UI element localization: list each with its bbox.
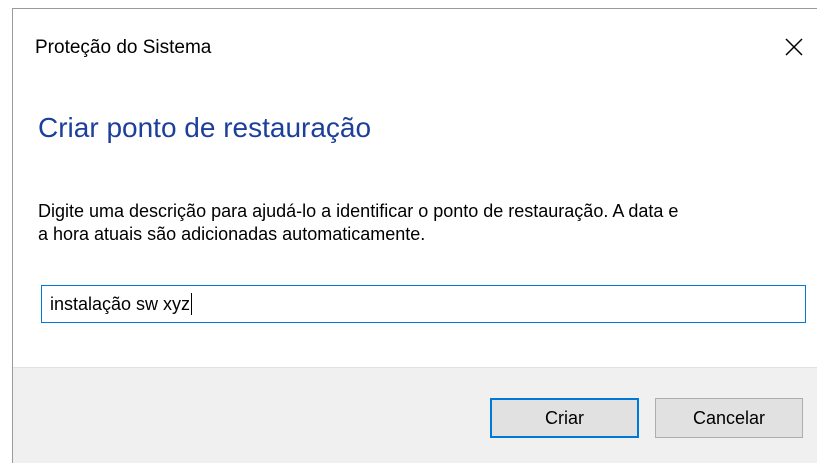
close-button[interactable] <box>771 23 817 71</box>
create-button[interactable]: Criar <box>490 398 639 438</box>
text-caret <box>191 293 193 315</box>
system-protection-dialog: Proteção do Sistema Criar ponto de resta… <box>12 8 817 463</box>
description-line-1: Digite uma descrição para ajudá-lo a ide… <box>38 201 679 221</box>
window-title: Proteção do Sistema <box>35 37 212 58</box>
restore-point-description-input[interactable]: instalação sw xyz <box>41 285 806 323</box>
title-bar: Proteção do Sistema <box>13 9 817 77</box>
cancel-button[interactable]: Cancelar <box>655 398 803 438</box>
close-x-icon <box>785 38 803 56</box>
input-value: instalação sw xyz <box>50 293 191 314</box>
description-text: Digite uma descrição para ajudá-lo a ide… <box>38 200 817 246</box>
description-line-2: a hora atuais são adicionadas automatica… <box>38 224 426 244</box>
button-footer: Criar Cancelar <box>13 367 817 463</box>
page-heading: Criar ponto de restauração <box>38 112 372 143</box>
